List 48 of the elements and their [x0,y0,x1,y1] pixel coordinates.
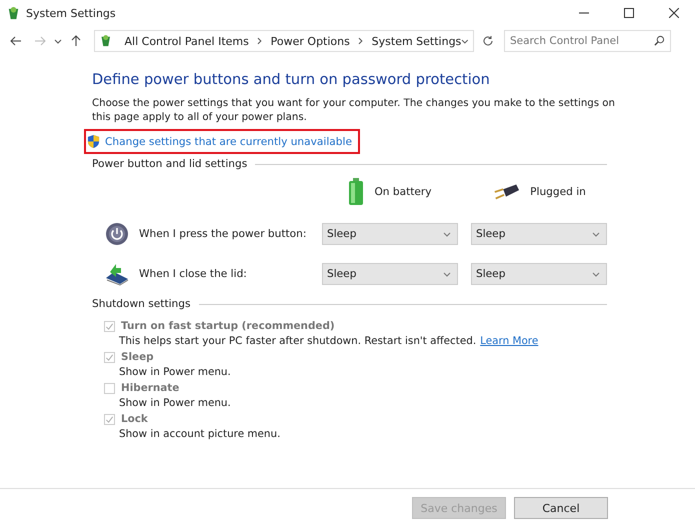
address-bar[interactable]: All Control Panel Items Power Options System Settings [94,30,474,52]
column-label: Plugged in [530,186,586,198]
app-icon [6,6,21,20]
option-description: Show in Power menu. [119,366,231,378]
chevron-down-icon [443,232,451,236]
chevron-down-icon [443,272,451,276]
dropdown[interactable]: Sleep [471,263,607,285]
dropdown-icon[interactable] [54,37,62,45]
dropdown[interactable]: Sleep [471,223,607,245]
breadcrumb[interactable]: All Control Panel Items [124,34,249,48]
section-title: Shutdown settings [92,298,191,310]
maximize-icon[interactable] [624,8,634,18]
option-description: Show in Power menu. [119,397,231,409]
option-label: Turn on fast startup (recommended) [121,320,335,332]
description-text: Choose the power settings that you want for your computer. The changes you make to the settings on this page apply to all of your power plans. [92,97,616,125]
chevron-down-icon [592,232,600,236]
shield-icon [87,134,100,149]
battery-icon [348,178,364,206]
column-label: On battery [374,186,432,198]
up-icon[interactable] [70,35,82,47]
breadcrumb[interactable]: System Settings [372,34,462,48]
dialog-button[interactable]: Cancel [514,497,608,519]
dropdown[interactable]: Sleep [322,263,458,285]
option-label: Sleep [121,351,154,363]
chevron-icon [358,37,364,45]
setting-label: When I press the power button: [139,228,306,240]
refresh-icon[interactable] [482,35,494,47]
search-field[interactable]: Search Control Panel [504,30,671,52]
setting-label: When I close the lid: [139,268,247,280]
chevron-icon [256,37,263,45]
power-icon [104,222,130,246]
page-heading: Define power buttons and turn on password protection [92,72,491,88]
laptop-icon [104,262,130,286]
window-title: System Settings [26,6,116,20]
close-icon[interactable] [669,8,679,18]
option-description: This helps start your PC faster after shutdown. Restart isn't affected. [119,335,476,347]
plug-icon [492,183,520,201]
section-title: Power button and lid settings [92,158,248,170]
back-icon[interactable] [10,35,22,47]
dropdown-icon[interactable] [461,37,470,45]
admin-link[interactable]: Change settings that are currently unavailable [84,129,360,154]
option-description: Show in account picture menu. [119,428,280,440]
option-label: Lock [121,413,148,425]
option-label: Hibernate [121,382,180,394]
dropdown[interactable]: Sleep [322,223,458,245]
breadcrumb[interactable]: Power Options [270,34,350,48]
chevron-down-icon [592,272,600,276]
search-icon [654,35,665,46]
